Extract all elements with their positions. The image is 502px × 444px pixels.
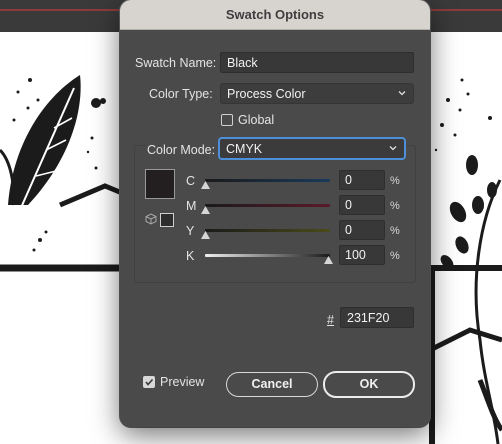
hex-label: #: [327, 313, 334, 327]
color-type-label: Color Type:: [149, 87, 213, 101]
percent-unit: %: [390, 175, 400, 187]
color-mode-select[interactable]: CMYK: [219, 138, 405, 159]
percent-unit: %: [390, 200, 400, 212]
slider-thumb[interactable]: [324, 256, 333, 264]
channel-value-input[interactable]: 0: [339, 220, 385, 240]
preview-checkbox[interactable]: [143, 376, 155, 388]
channel-label: K: [186, 249, 195, 263]
channel-label: C: [186, 174, 196, 188]
color-type-select[interactable]: Process Color: [220, 83, 414, 104]
out-of-gamut-cube-icon[interactable]: [145, 213, 157, 225]
chevron-down-icon: [389, 146, 397, 151]
global-checkbox[interactable]: [221, 114, 233, 126]
color-mode-value: CMYK: [226, 142, 263, 156]
global-label: Global: [238, 113, 275, 127]
preview-label: Preview: [160, 375, 205, 389]
slider-track[interactable]: [205, 229, 330, 232]
slider-track[interactable]: [205, 204, 330, 207]
color-type-value: Process Color: [227, 87, 306, 101]
chevron-down-icon: [398, 91, 406, 96]
slider-thumb[interactable]: [201, 181, 210, 189]
channel-value-input[interactable]: 0: [339, 195, 385, 215]
swatch-options-dialog: Swatch Options Swatch Name: Black Color …: [120, 0, 430, 427]
slider-track[interactable]: [205, 254, 330, 257]
hex-input[interactable]: 231F20: [340, 307, 414, 328]
color-preview-swatch: [145, 169, 175, 199]
slider-thumb[interactable]: [201, 231, 210, 239]
slider-thumb[interactable]: [201, 206, 210, 214]
title-bar[interactable]: Swatch Options: [120, 0, 430, 30]
percent-unit: %: [390, 250, 400, 262]
swatch-name-label: Swatch Name:: [135, 56, 217, 70]
checkmark-icon: [145, 378, 154, 386]
web-safe-swatch[interactable]: [160, 213, 174, 227]
dialog-title: Swatch Options: [225, 7, 325, 22]
swatch-name-input[interactable]: Black: [220, 52, 414, 73]
channel-label: Y: [186, 224, 195, 238]
slider-track[interactable]: [205, 179, 330, 182]
color-mode-label: Color Mode:: [145, 143, 218, 157]
channel-label: M: [186, 199, 197, 213]
percent-unit: %: [390, 225, 400, 237]
channel-value-input[interactable]: 0: [339, 170, 385, 190]
channel-value-input[interactable]: 100: [339, 245, 385, 265]
ok-button[interactable]: OK: [323, 371, 415, 398]
cancel-button[interactable]: Cancel: [226, 372, 318, 397]
